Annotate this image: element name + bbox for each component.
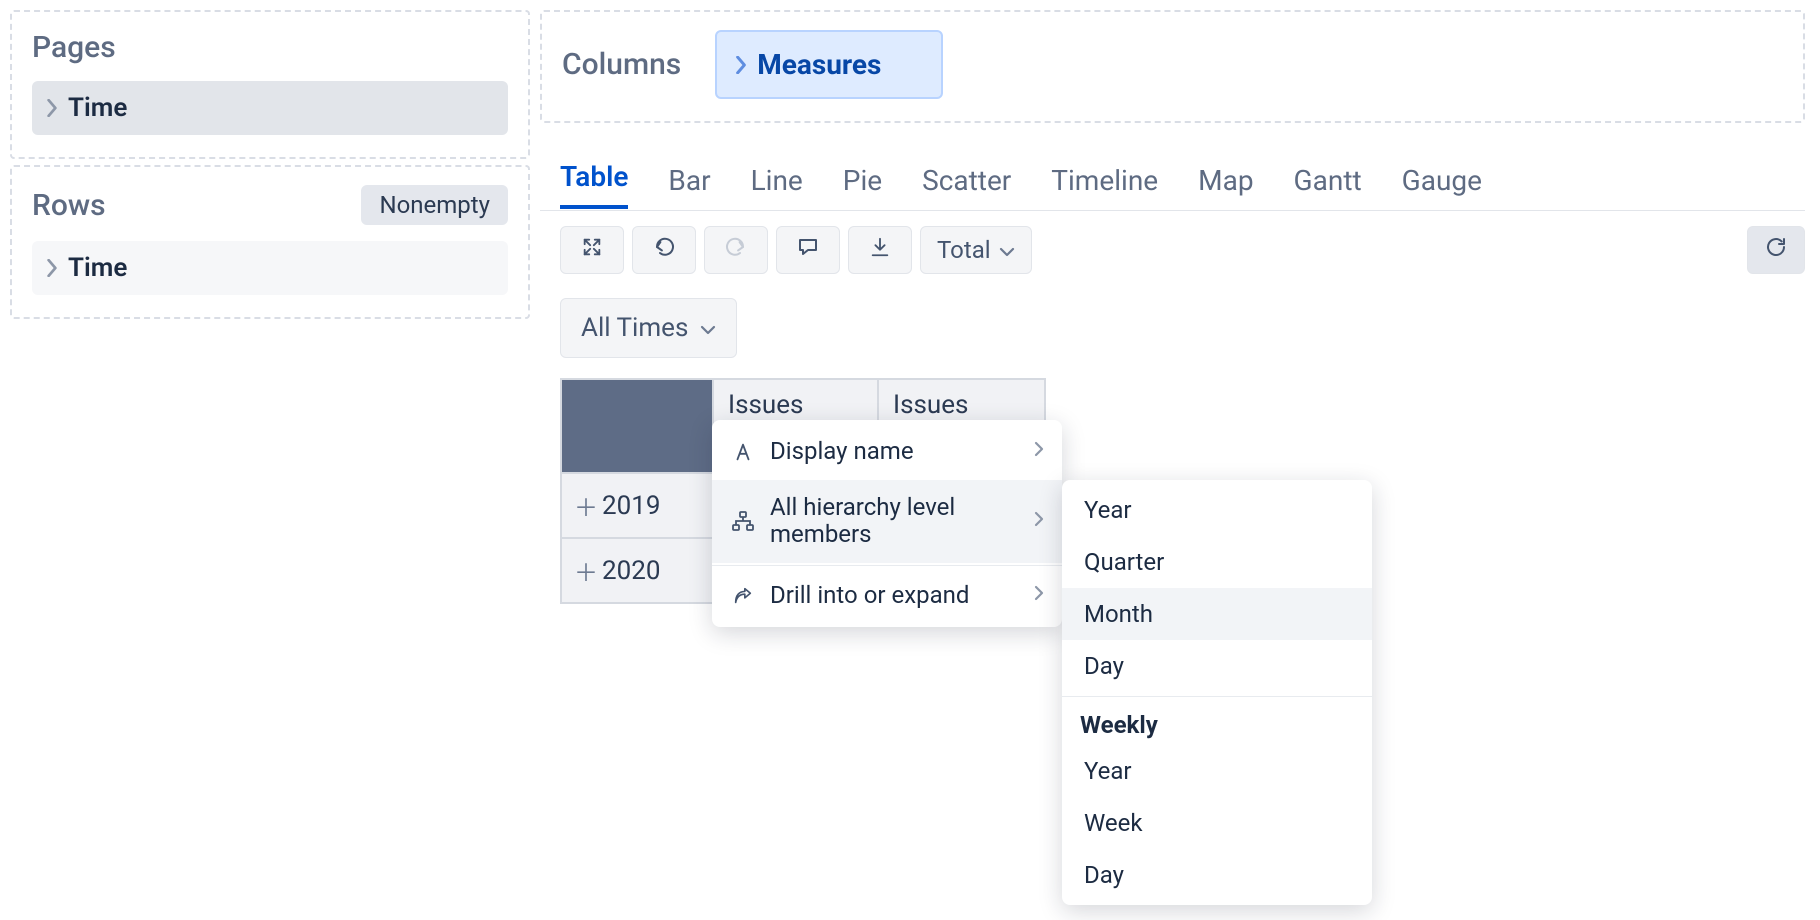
- rows-dim-label: Time: [68, 253, 127, 283]
- ctx-drill-expand[interactable]: Drill into or expand: [712, 568, 1062, 624]
- columns-dim-measures[interactable]: Measures: [715, 30, 943, 99]
- columns-title: Columns: [562, 47, 681, 82]
- sub-day[interactable]: Day: [1062, 640, 1372, 692]
- comment-icon: [796, 235, 820, 265]
- undo-button[interactable]: [632, 226, 696, 274]
- pages-title: Pages: [32, 30, 116, 65]
- alltimes-label: All Times: [581, 313, 688, 343]
- pages-panel: Pages Time: [10, 10, 530, 159]
- tab-scatter[interactable]: Scatter: [922, 164, 1011, 209]
- ctx-label: All hierarchy level members: [770, 494, 1020, 549]
- expand-icon: ＋: [574, 553, 594, 588]
- table-corner: [562, 380, 714, 472]
- row-header-2019[interactable]: ＋ 2019: [562, 472, 714, 537]
- ctx-label: Display name: [770, 438, 1020, 466]
- chevron-right-icon: [1034, 511, 1044, 532]
- chevron-down-icon: [999, 236, 1015, 264]
- total-dropdown[interactable]: Total: [920, 226, 1032, 274]
- sub-year[interactable]: Year: [1062, 484, 1372, 536]
- sub-month[interactable]: Month: [1062, 588, 1372, 640]
- pages-dim-label: Time: [68, 93, 127, 123]
- pages-dim-time[interactable]: Time: [32, 81, 508, 135]
- tab-map[interactable]: Map: [1198, 164, 1253, 209]
- hierarchy-submenu: Year Quarter Month Day Weekly Year Week …: [1062, 480, 1372, 905]
- columns-dim-label: Measures: [757, 48, 881, 81]
- alltimes-dropdown[interactable]: All Times: [560, 298, 737, 358]
- refresh-icon: [1764, 235, 1788, 265]
- rows-dim-time[interactable]: Time: [32, 241, 508, 295]
- rows-panel: Rows Nonempty Time: [10, 165, 530, 319]
- toolbar: Total: [560, 226, 1805, 274]
- rows-title: Rows: [32, 188, 106, 223]
- row-header-label: 2019: [602, 491, 660, 521]
- tab-gantt[interactable]: Gantt: [1294, 164, 1362, 209]
- sub-quarter[interactable]: Quarter: [1062, 536, 1372, 588]
- view-tabs: Table Bar Line Pie Scatter Timeline Map …: [560, 160, 1482, 209]
- expand-icon: [581, 236, 603, 264]
- text-icon: [730, 441, 756, 463]
- columns-panel: Columns Measures: [540, 10, 1805, 123]
- chevron-right-icon: [46, 99, 58, 117]
- sub-weekly-year[interactable]: Year: [1062, 745, 1372, 797]
- chevron-right-icon: [1034, 441, 1044, 462]
- tab-table[interactable]: Table: [560, 160, 628, 209]
- tab-bar[interactable]: Bar: [668, 164, 710, 209]
- sub-weekly-day[interactable]: Day: [1062, 849, 1372, 901]
- nonempty-toggle[interactable]: Nonempty: [361, 185, 508, 225]
- tab-underline: [540, 210, 1805, 211]
- total-label: Total: [937, 236, 991, 264]
- download-button[interactable]: [848, 226, 912, 274]
- comment-button[interactable]: [776, 226, 840, 274]
- context-menu: Display name All hierarchy level members…: [712, 420, 1062, 627]
- sub-section-weekly: Weekly: [1062, 696, 1372, 745]
- ctx-separator: [712, 565, 1062, 566]
- refresh-button[interactable]: [1747, 226, 1805, 274]
- hierarchy-icon: [730, 509, 756, 533]
- tab-timeline[interactable]: Timeline: [1051, 164, 1158, 209]
- expand-collapse-button[interactable]: [560, 226, 624, 274]
- chevron-right-icon: [46, 259, 58, 277]
- sub-weekly-week[interactable]: Week: [1062, 797, 1372, 849]
- chevron-right-icon: [1034, 585, 1044, 606]
- expand-icon: ＋: [574, 488, 594, 523]
- tab-pie[interactable]: Pie: [843, 164, 882, 209]
- chevron-right-icon: [735, 56, 747, 74]
- tab-gauge[interactable]: Gauge: [1402, 164, 1482, 209]
- ctx-label: Drill into or expand: [770, 582, 1020, 610]
- ctx-display-name[interactable]: Display name: [712, 424, 1062, 480]
- row-header-label: 2020: [602, 556, 660, 586]
- redo-button[interactable]: [704, 226, 768, 274]
- tab-line[interactable]: Line: [751, 164, 803, 209]
- share-arrow-icon: [730, 585, 756, 607]
- row-header-2020[interactable]: ＋ 2020: [562, 537, 714, 602]
- ctx-hierarchy-level-members[interactable]: All hierarchy level members: [712, 480, 1062, 563]
- undo-icon: [652, 235, 676, 265]
- redo-icon: [724, 235, 748, 265]
- download-icon: [869, 236, 891, 264]
- chevron-down-icon: [700, 313, 716, 343]
